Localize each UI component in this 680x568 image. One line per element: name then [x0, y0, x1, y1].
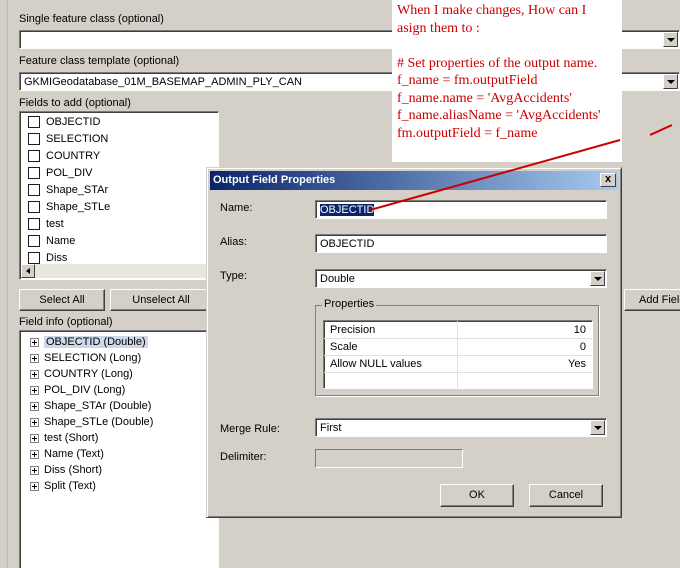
delimiter-label: Delimiter:	[220, 451, 267, 463]
annotation-note: When I make changes, How can I asign the…	[392, 0, 622, 162]
expand-icon[interactable]	[30, 354, 39, 363]
annotation-line: When I make changes, How can I	[397, 3, 587, 18]
field-info-tree[interactable]: OBJECTID (Double) SELECTION (Long) COUNT…	[19, 330, 219, 568]
chevron-down-icon[interactable]	[663, 74, 678, 89]
output-field-properties-dialog: Output Field Properties x Name: OBJECTID…	[206, 167, 622, 518]
merge-rule-value: First	[320, 422, 342, 434]
template-value: GKMIGeodatabase_01M_BASEMAP_ADMIN_PLY_CA…	[24, 76, 302, 88]
checkbox[interactable]	[28, 218, 40, 230]
single-feature-class-label: Single feature class (optional)	[19, 13, 164, 25]
checkbox[interactable]	[28, 252, 40, 264]
annotation-line: asign them to :	[397, 20, 480, 36]
left-edge	[0, 0, 8, 568]
expand-icon[interactable]	[30, 450, 39, 459]
field-info-label: Field info (optional)	[19, 316, 113, 328]
delimiter-field	[315, 449, 463, 468]
type-value: Double	[320, 273, 355, 285]
expand-icon[interactable]	[30, 338, 39, 347]
add-field-button[interactable]: Add Field	[624, 289, 680, 311]
property-key: Scale	[330, 341, 358, 353]
property-row[interactable]: Precision 10	[324, 322, 592, 339]
chevron-down-icon[interactable]	[663, 32, 678, 47]
checkbox[interactable]	[28, 116, 40, 128]
property-key: Allow NULL values	[330, 358, 422, 370]
template-label: Feature class template (optional)	[19, 55, 180, 67]
dialog-title: Output Field Properties	[213, 174, 336, 186]
expand-icon[interactable]	[30, 466, 39, 475]
annotation-line: f_name = fm.outputField	[397, 73, 538, 88]
name-field[interactable]: OBJECTID	[315, 200, 607, 219]
alias-field[interactable]: OBJECTID	[315, 234, 607, 253]
expand-icon[interactable]	[30, 434, 39, 443]
alias-value: OBJECTID	[320, 238, 375, 250]
merge-rule-label: Merge Rule:	[220, 423, 280, 435]
properties-grid[interactable]: Precision 10 Scale 0 Allow NULL values Y…	[323, 320, 593, 389]
type-label: Type:	[220, 270, 247, 282]
scroll-left-icon[interactable]	[21, 264, 35, 278]
unselect-all-button[interactable]: Unselect All	[110, 289, 212, 311]
select-all-button[interactable]: Select All	[19, 289, 105, 311]
fields-to-add-label: Fields to add (optional)	[19, 97, 131, 109]
checkbox[interactable]	[28, 184, 40, 196]
chevron-down-icon[interactable]	[590, 420, 605, 435]
expand-icon[interactable]	[30, 402, 39, 411]
checkbox[interactable]	[28, 235, 40, 247]
property-row[interactable]: Allow NULL values Yes	[324, 356, 592, 373]
checkbox[interactable]	[28, 133, 40, 145]
checkbox[interactable]	[28, 201, 40, 213]
expand-icon[interactable]	[30, 418, 39, 427]
property-row[interactable]: Scale 0	[324, 339, 592, 356]
expand-icon[interactable]	[30, 386, 39, 395]
expand-icon[interactable]	[30, 482, 39, 491]
annotation-line: fm.outputField = f_name	[397, 125, 538, 141]
annotation-line: f_name.aliasName = 'AvgAccidents'	[397, 108, 601, 123]
annotation-line	[397, 37, 617, 55]
dialog-titlebar[interactable]: Output Field Properties x	[210, 171, 618, 190]
annotation-line: f_name.name = 'AvgAccidents'	[397, 90, 572, 106]
property-value: Yes	[568, 358, 586, 370]
property-value: 0	[579, 341, 586, 353]
properties-group: Properties Precision 10 Scale 0 Allow NU…	[315, 298, 599, 396]
horizontal-scrollbar[interactable]	[21, 264, 217, 278]
merge-rule-select[interactable]: First	[315, 418, 607, 437]
name-label: Name:	[220, 202, 253, 214]
fields-list[interactable]: OBJECTID SELECTION COUNTRY POL_DIV Shape…	[19, 111, 219, 280]
close-icon[interactable]: x	[600, 173, 616, 187]
chevron-down-icon[interactable]	[590, 271, 605, 286]
ok-button[interactable]: OK	[440, 484, 514, 507]
annotation-line: # Set properties of the output name.	[397, 55, 598, 71]
property-key: Precision	[330, 324, 376, 336]
name-value: OBJECTID	[320, 204, 375, 216]
expand-icon[interactable]	[30, 370, 39, 379]
cancel-button[interactable]: Cancel	[529, 484, 603, 507]
arrow-line	[649, 124, 673, 136]
type-select[interactable]: Double	[315, 269, 607, 288]
properties-group-title: Properties	[322, 298, 377, 310]
alias-label: Alias:	[220, 236, 247, 248]
checkbox[interactable]	[28, 167, 40, 179]
checkbox[interactable]	[28, 150, 40, 162]
property-value: 10	[573, 324, 586, 336]
